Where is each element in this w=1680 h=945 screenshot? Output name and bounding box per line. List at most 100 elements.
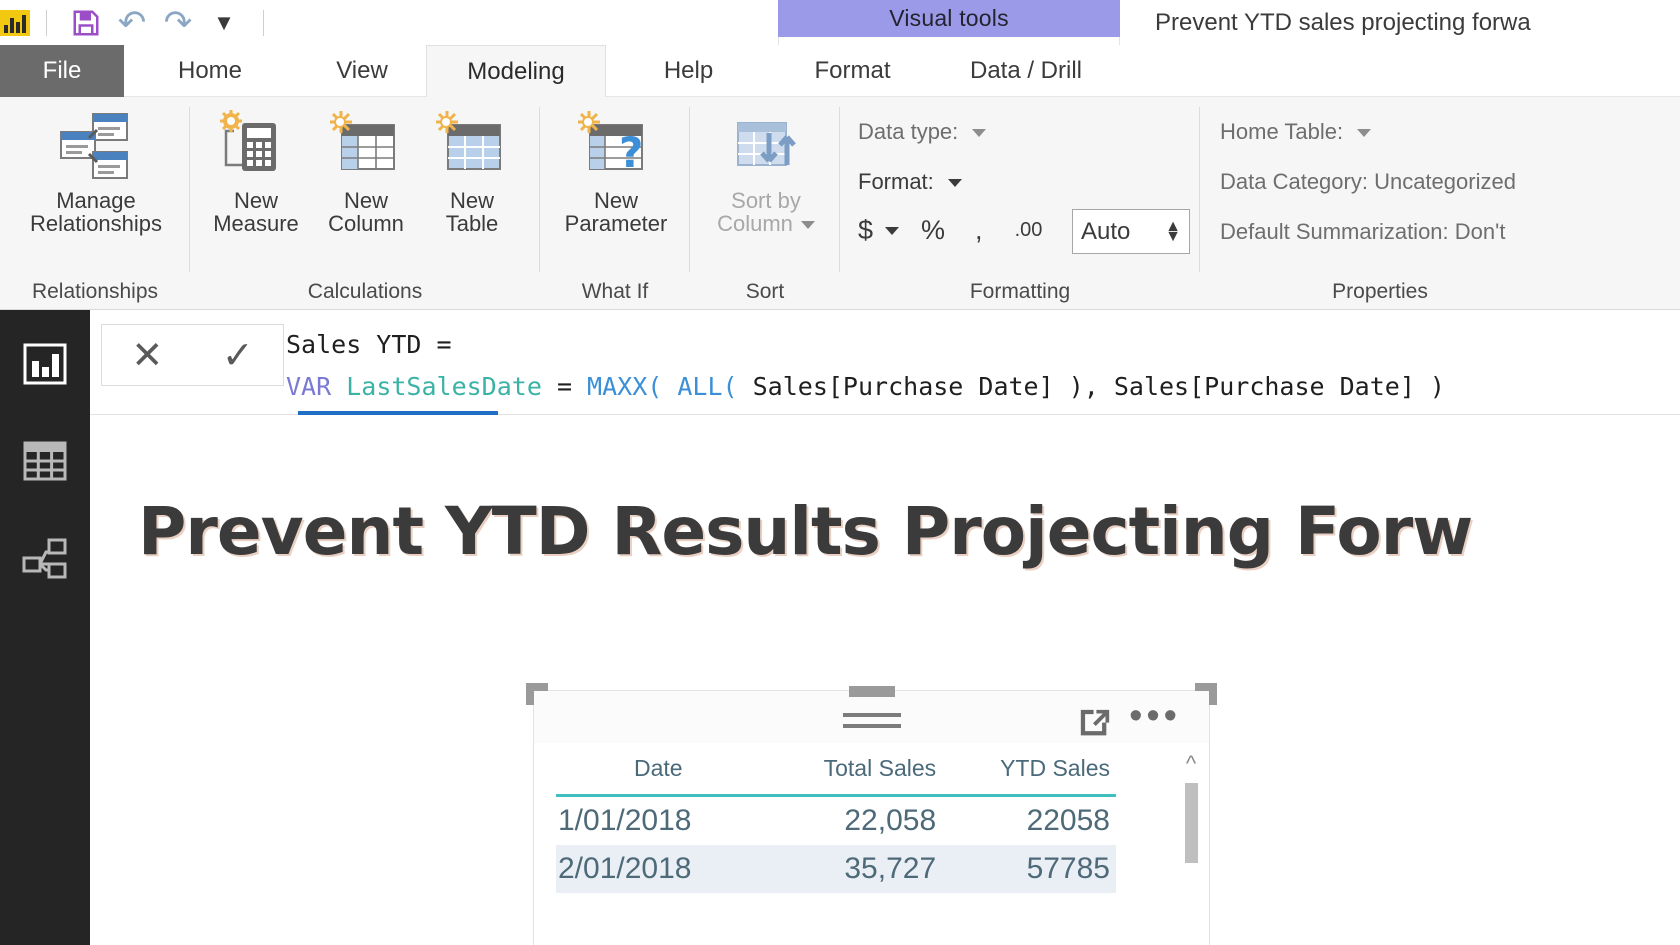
sidebar-item-report-view[interactable]: [18, 337, 72, 391]
decimal-places-value: Auto: [1081, 217, 1131, 245]
chevron-down-icon: [800, 221, 815, 230]
ribbon-group-properties: Home Table: Data Category: Uncategorized…: [1200, 97, 1680, 310]
column-header-date[interactable]: Date: [556, 751, 765, 797]
contextual-tools-banner: Visual tools: [778, 0, 1120, 37]
new-parameter-button[interactable]: ? New Parameter: [546, 107, 686, 235]
svg-text:?: ?: [619, 128, 643, 177]
chevron-down-icon: ▼: [213, 9, 235, 35]
undo-icon: ↶: [117, 2, 147, 43]
column-header-ytd-sales[interactable]: YTD Sales: [942, 751, 1116, 797]
commit-formula-button[interactable]: ✓: [193, 325, 284, 385]
tab-help[interactable]: Help: [622, 45, 755, 97]
sidebar-item-data-view[interactable]: [18, 434, 72, 488]
redo-button[interactable]: ↷: [155, 4, 201, 42]
visual-drag-handle-icon[interactable]: [842, 713, 901, 735]
data-type-field[interactable]: Data type:: [858, 119, 987, 145]
stepper-down-icon[interactable]: ▼: [1165, 228, 1181, 243]
sidebar-item-model-view[interactable]: [18, 531, 72, 585]
dax-formula-bar: ✕ ✓ Sales YTD = VAR LastSalesDate = MAXX…: [90, 310, 1680, 443]
relationships-icon: [57, 107, 135, 185]
tab-view[interactable]: View: [296, 45, 428, 97]
ribbon-group-label-calculations: Calculations: [307, 280, 423, 303]
power-bi-logo-icon: [0, 9, 30, 36]
data-type-label: Data type:: [858, 119, 959, 144]
scroll-up-icon[interactable]: ^: [1183, 753, 1199, 775]
redo-icon: ↷: [163, 2, 193, 43]
report-canvas[interactable]: Prevent YTD Results Projecting Forw ••• …: [90, 415, 1680, 945]
tab-data-drill[interactable]: Data / Drill: [936, 45, 1116, 97]
home-table-label: Home Table:: [1220, 119, 1344, 144]
ribbon-group-formatting: Data type: Format: $ % , .00 Auto ▲ ▼ Fo…: [840, 97, 1200, 310]
tab-home[interactable]: Home: [140, 45, 280, 97]
contextual-tools-label: Visual tools: [889, 5, 1009, 31]
ribbon-modeling: Manage Relationships Relationships New M…: [0, 97, 1680, 310]
qat-divider-1: [46, 9, 47, 36]
new-measure-label: New Measure: [213, 188, 299, 237]
ribbon-group-label-what-if: What If: [581, 280, 649, 303]
manage-relationships-button[interactable]: Manage Relationships: [12, 107, 180, 235]
report-page-title: Prevent YTD Results Projecting Forw: [138, 493, 1473, 570]
format-field[interactable]: Format:: [858, 169, 962, 195]
cell-ytd-sales: 57785: [942, 845, 1116, 893]
thousands-separator-button[interactable]: ,: [975, 215, 983, 246]
formula-line-2: VAR LastSalesDate = MAXX( ALL( Sales[Pur…: [286, 372, 1445, 401]
tab-modeling[interactable]: Modeling: [426, 45, 606, 97]
sort-by-column-button[interactable]: Sort by Column: [696, 107, 836, 235]
qat-divider-2: [263, 9, 264, 36]
chevron-down-icon: [1357, 129, 1372, 138]
ribbon-group-label-properties: Properties: [1332, 280, 1428, 303]
chevron-down-icon[interactable]: [885, 226, 900, 235]
default-summarization-field[interactable]: Default Summarization: Don't: [1220, 219, 1505, 245]
column-header-total-sales[interactable]: Total Sales: [764, 751, 943, 797]
new-measure-button[interactable]: New Measure: [198, 107, 314, 235]
tab-file[interactable]: File: [0, 45, 124, 97]
decimal-places-button[interactable]: .00: [1015, 219, 1043, 242]
new-column-button[interactable]: New Column: [312, 107, 420, 235]
new-table-icon: [432, 107, 512, 185]
decimal-places-stepper[interactable]: Auto ▲ ▼: [1072, 209, 1190, 254]
document-title: Prevent YTD sales projecting forwa: [1155, 8, 1531, 36]
ribbon-group-calculations: New Measure New Column New Table Calcula…: [190, 97, 540, 310]
percent-button[interactable]: %: [921, 215, 945, 246]
save-button[interactable]: [63, 4, 109, 42]
cell-date: 2/01/2018: [556, 845, 765, 893]
currency-button[interactable]: $: [858, 215, 873, 246]
undo-button[interactable]: ↶: [109, 4, 155, 42]
stepper-arrows[interactable]: ▲ ▼: [1165, 219, 1181, 244]
save-icon: [73, 10, 99, 35]
ribbon-group-label-sort: Sort: [745, 280, 785, 303]
format-label: Format:: [858, 169, 934, 194]
ribbon-group-what-if: ? New Parameter What If: [540, 97, 690, 310]
new-column-label: New Column: [328, 188, 404, 237]
view-switcher-rail: [0, 310, 90, 945]
focus-mode-icon[interactable]: [1077, 707, 1113, 741]
visual-data-table: Date Total Sales YTD Sales 1/01/2018 22,…: [556, 751, 1116, 893]
tab-format[interactable]: Format: [786, 45, 919, 97]
table-row[interactable]: 1/01/2018 22,058 22058: [556, 796, 1116, 846]
chevron-down-icon: [947, 179, 962, 188]
table-row[interactable]: 2/01/2018 35,727 57785: [556, 845, 1116, 893]
cell-date: 1/01/2018: [558, 804, 692, 837]
ribbon-group-relationships: Manage Relationships Relationships: [0, 97, 190, 310]
more-options-button[interactable]: •••: [1129, 697, 1181, 735]
home-table-field[interactable]: Home Table:: [1220, 119, 1372, 145]
visual-header: •••: [534, 686, 1209, 743]
customize-qat-button[interactable]: ▼: [201, 4, 247, 42]
model-view-icon: [22, 538, 67, 579]
new-table-label: New Table: [445, 188, 499, 237]
new-parameter-icon: ?: [574, 107, 658, 185]
visual-vertical-scrollbar[interactable]: ^: [1183, 753, 1199, 945]
report-view-icon: [23, 343, 67, 385]
data-category-field[interactable]: Data Category: Uncategorized: [1220, 169, 1516, 195]
scrollbar-thumb[interactable]: [1185, 783, 1198, 863]
sort-by-column-label: Sort by Column: [717, 189, 815, 235]
new-table-button[interactable]: New Table: [418, 107, 526, 235]
table-visual[interactable]: ••• Date Total Sales YTD Sales 1/01/2018…: [526, 683, 1217, 945]
resize-handle-top-center[interactable]: [848, 686, 895, 697]
data-view-icon: [23, 441, 67, 481]
cancel-formula-button[interactable]: ✕: [102, 325, 193, 385]
cell-ytd-sales: 22058: [1026, 804, 1110, 837]
cell-total-sales: 22,058: [844, 804, 937, 837]
manage-relationships-label: Manage Relationships: [29, 188, 163, 237]
power-bi-desktop-window: ↶ ↷ ▼ Visual tools Prevent YTD sales pro…: [0, 0, 1680, 945]
